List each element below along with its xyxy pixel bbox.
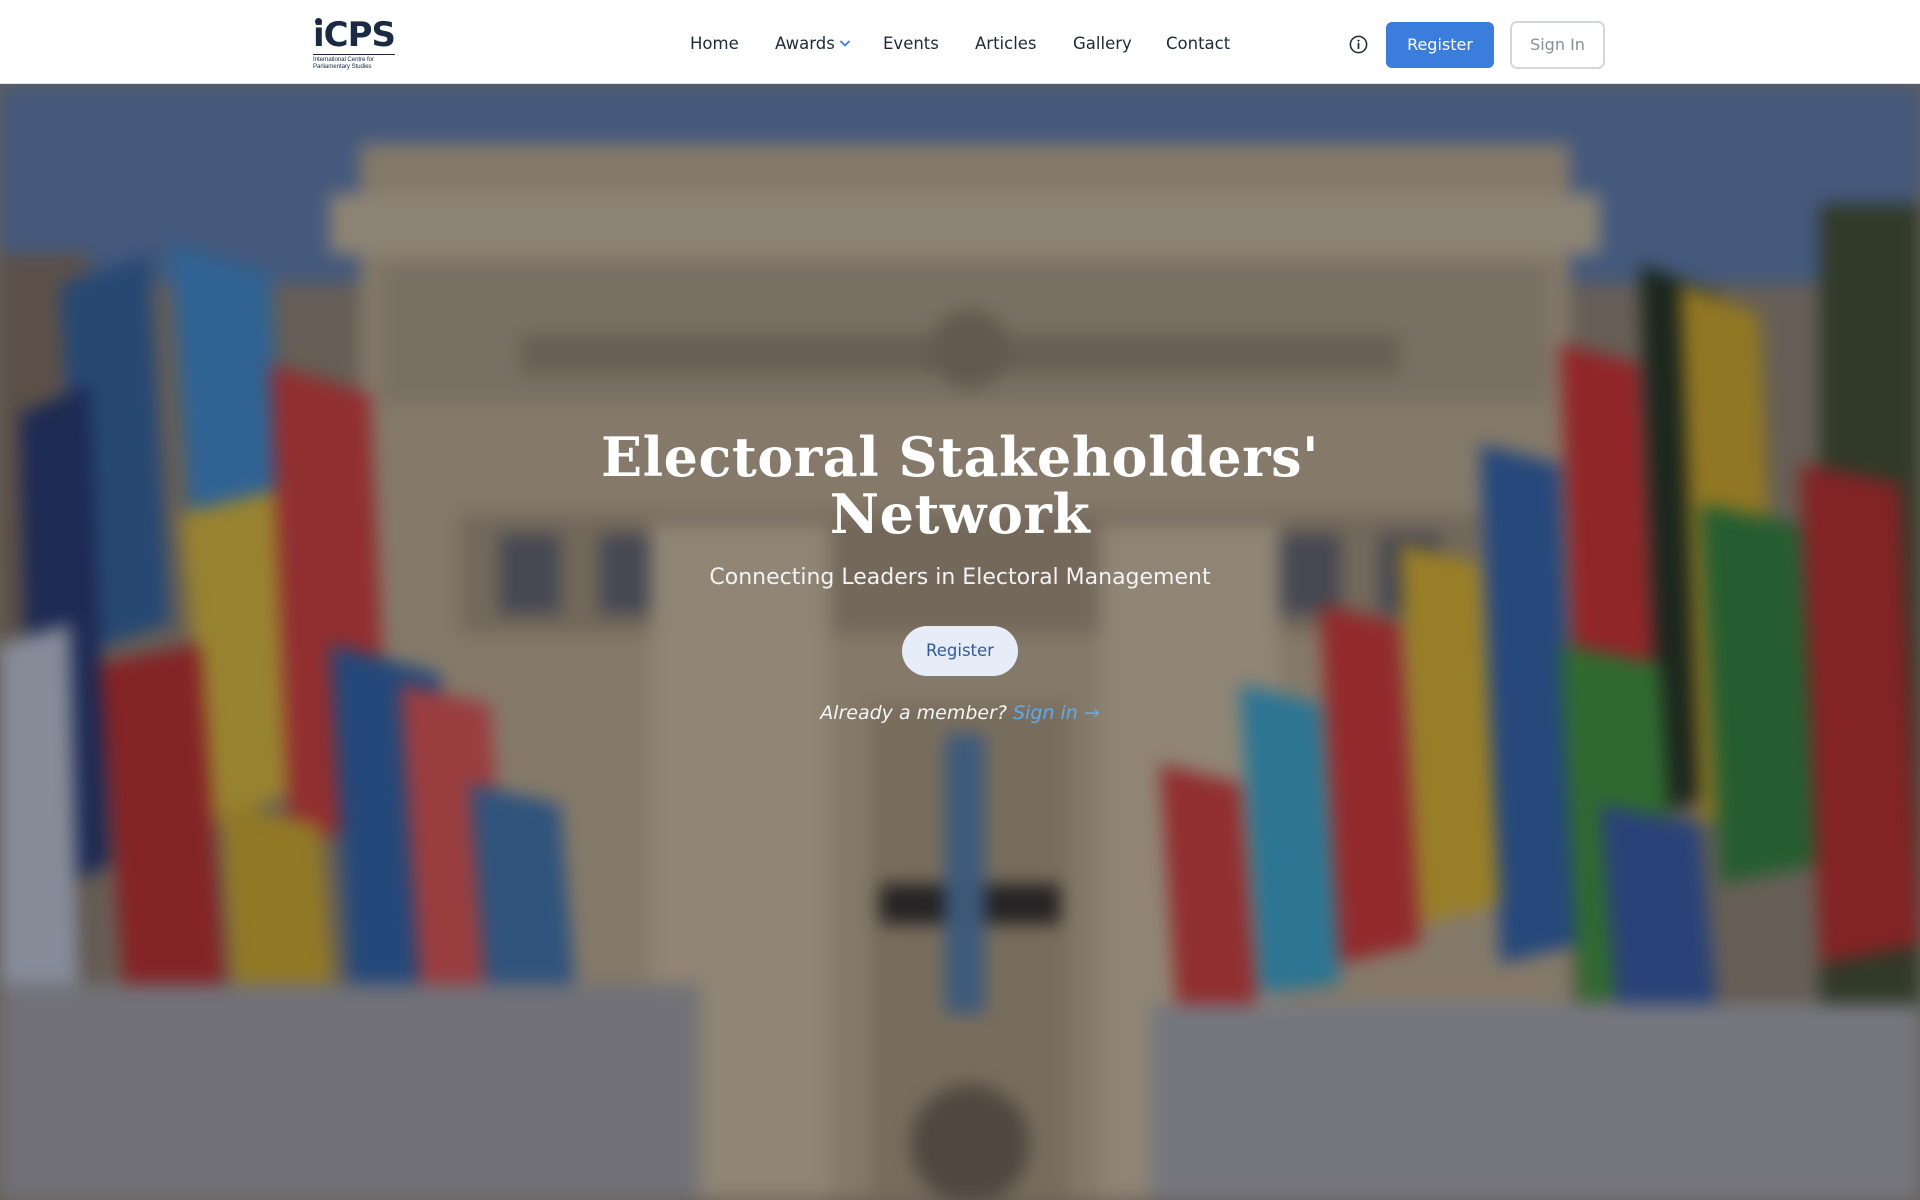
info-icon[interactable]	[1348, 34, 1369, 55]
nav-articles[interactable]: Articles	[975, 32, 1037, 56]
nav-awards-label: Awards	[775, 34, 835, 53]
logo-wordmark: iCPS	[313, 15, 396, 55]
member-prompt-text: Already a member?	[820, 702, 1007, 724]
hero-signin-link[interactable]: Sign in →	[1013, 702, 1100, 724]
header-register-button[interactable]: Register	[1386, 22, 1494, 68]
nav-gallery[interactable]: Gallery	[1073, 32, 1132, 56]
logo-dot	[315, 18, 322, 25]
icps-logo[interactable]: iCPS International Centre for Parliament…	[313, 18, 396, 70]
nav-home[interactable]: Home	[690, 32, 739, 56]
nav-contact[interactable]: Contact	[1166, 32, 1230, 56]
hero-section: Electoral Stakeholders' Network Connecti…	[0, 84, 1920, 1200]
logo-subtext: International Centre for Parliamentary S…	[313, 54, 395, 70]
hero-register-button[interactable]: Register	[902, 626, 1018, 676]
member-prompt-line: Already a member? Sign in →	[660, 700, 1260, 726]
logo-mark: iCPS	[313, 18, 396, 52]
nav-awards[interactable]: Awards	[775, 32, 850, 56]
header-signin-button[interactable]: Sign In	[1510, 21, 1605, 69]
site-header: iCPS International Centre for Parliament…	[0, 0, 1920, 84]
chevron-down-icon	[839, 40, 850, 47]
nav-events[interactable]: Events	[883, 32, 939, 56]
hero-subtitle: Connecting Leaders in Electoral Manageme…	[709, 565, 1211, 590]
hero-title: Electoral Stakeholders' Network	[600, 425, 1320, 546]
